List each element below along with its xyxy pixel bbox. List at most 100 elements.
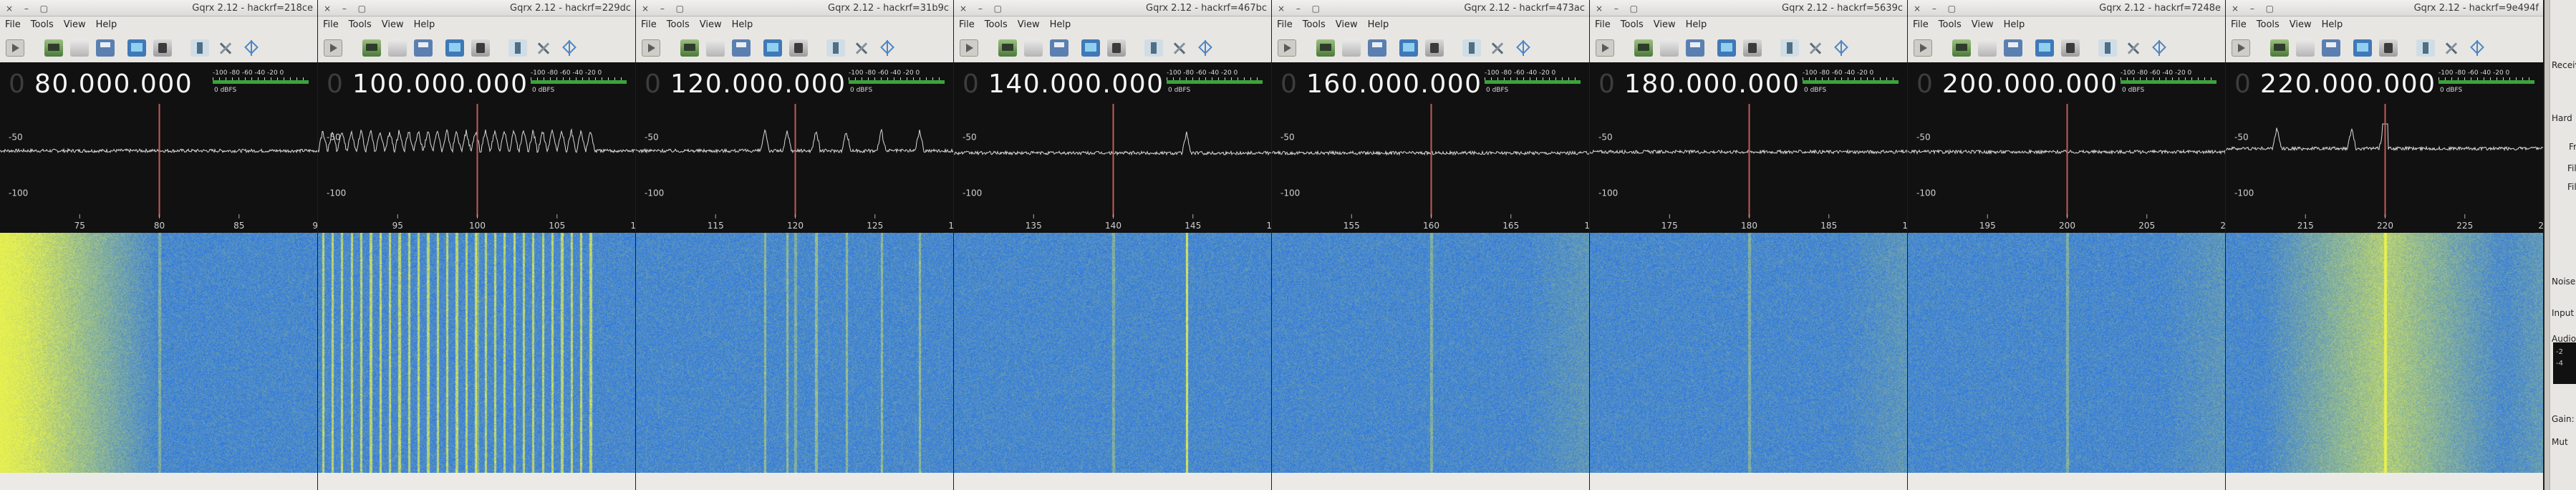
- record-iq-button[interactable]: [471, 39, 490, 57]
- record-iq-button[interactable]: [2379, 39, 2398, 57]
- menu-file[interactable]: File: [954, 17, 980, 32]
- record-iq-button[interactable]: [1743, 39, 1762, 57]
- title-bar[interactable]: × – ▢ Gqrx 2.12 - hackrf=467bc: [954, 0, 1271, 16]
- fullscreen-icon[interactable]: [560, 39, 579, 57]
- save-settings-button[interactable]: [1368, 39, 1386, 57]
- window-controls[interactable]: × – ▢: [1914, 4, 1960, 14]
- menu-help[interactable]: Help: [1363, 17, 1394, 32]
- record-iq-button[interactable]: [153, 39, 172, 57]
- save-settings-button[interactable]: [1050, 39, 1068, 57]
- configure-button[interactable]: [2098, 39, 2117, 57]
- tools-icon[interactable]: [2124, 39, 2143, 57]
- start-dsp-button[interactable]: [1914, 39, 1932, 57]
- fullscreen-icon[interactable]: [242, 39, 261, 57]
- menu-view[interactable]: View: [1013, 17, 1045, 32]
- start-dsp-button[interactable]: [6, 39, 24, 57]
- io-devices-button[interactable]: [998, 39, 1017, 57]
- frequency-display[interactable]: 120.000.000: [670, 69, 846, 99]
- tools-icon[interactable]: [216, 39, 235, 57]
- menu-tools[interactable]: Tools: [1616, 17, 1649, 32]
- load-settings-button[interactable]: [1024, 39, 1043, 57]
- start-dsp-button[interactable]: [960, 39, 978, 57]
- menu-help[interactable]: Help: [2317, 17, 2348, 32]
- tools-icon[interactable]: [2442, 39, 2461, 57]
- configure-button[interactable]: [826, 39, 845, 57]
- save-settings-button[interactable]: [1686, 39, 1704, 57]
- fullscreen-icon[interactable]: [1196, 39, 1215, 57]
- start-dsp-button[interactable]: [642, 39, 660, 57]
- io-devices-button[interactable]: [1952, 39, 1971, 57]
- configure-button[interactable]: [1780, 39, 1799, 57]
- frequency-display[interactable]: 140.000.000: [988, 69, 1164, 99]
- menu-help[interactable]: Help: [91, 17, 122, 32]
- menu-file[interactable]: File: [2226, 17, 2252, 32]
- fullscreen-icon[interactable]: [1832, 39, 1851, 57]
- start-dsp-button[interactable]: [2232, 39, 2250, 57]
- menu-file[interactable]: File: [1908, 17, 1934, 32]
- screenshot-button[interactable]: [1717, 39, 1736, 57]
- spectrum-plot[interactable]: -50 -100 195 200 205 2: [1908, 104, 2225, 233]
- record-iq-button[interactable]: [1107, 39, 1126, 57]
- screenshot-button[interactable]: [2353, 39, 2372, 57]
- tools-icon[interactable]: [1170, 39, 1189, 57]
- tools-icon[interactable]: [1488, 39, 1507, 57]
- start-dsp-button[interactable]: [1596, 39, 1614, 57]
- io-devices-button[interactable]: [680, 39, 699, 57]
- menu-view[interactable]: View: [59, 17, 91, 32]
- mute-button[interactable]: Mut: [2552, 437, 2568, 447]
- spectrum-plot[interactable]: -50 -100 115 120 125 1: [636, 104, 953, 233]
- fullscreen-icon[interactable]: [1514, 39, 1533, 57]
- menu-view[interactable]: View: [695, 17, 727, 32]
- configure-button[interactable]: [2416, 39, 2435, 57]
- title-bar[interactable]: × – ▢ Gqrx 2.12 - hackrf=31b9c: [636, 0, 953, 16]
- menu-view[interactable]: View: [1967, 17, 1999, 32]
- waterfall-display[interactable]: [1908, 233, 2225, 473]
- load-settings-button[interactable]: [1978, 39, 1997, 57]
- menu-tools[interactable]: Tools: [344, 17, 377, 32]
- menu-view[interactable]: View: [1649, 17, 1681, 32]
- menu-view[interactable]: View: [377, 17, 409, 32]
- tools-icon[interactable]: [852, 39, 871, 57]
- window-controls[interactable]: × – ▢: [324, 4, 370, 14]
- record-iq-button[interactable]: [2061, 39, 2080, 57]
- menu-file[interactable]: File: [0, 17, 26, 32]
- menu-help[interactable]: Help: [1999, 17, 2030, 32]
- waterfall-display[interactable]: [954, 233, 1271, 473]
- window-controls[interactable]: × – ▢: [642, 4, 688, 14]
- fullscreen-icon[interactable]: [2150, 39, 2169, 57]
- title-bar[interactable]: × – ▢ Gqrx 2.12 - hackrf=473ac: [1272, 0, 1589, 16]
- menu-tools[interactable]: Tools: [1298, 17, 1331, 32]
- start-dsp-button[interactable]: [324, 39, 342, 57]
- fullscreen-icon[interactable]: [878, 39, 897, 57]
- spectrum-plot[interactable]: -50 -100 95 100 105 1: [318, 104, 635, 233]
- load-settings-button[interactable]: [2296, 39, 2315, 57]
- save-settings-button[interactable]: [732, 39, 751, 57]
- title-bar[interactable]: × – ▢ Gqrx 2.12 - hackrf=229dc: [318, 0, 635, 16]
- frequency-display[interactable]: 80.000.000: [34, 69, 193, 99]
- waterfall-display[interactable]: [1272, 233, 1589, 473]
- load-settings-button[interactable]: [1660, 39, 1679, 57]
- menu-file[interactable]: File: [1272, 17, 1298, 32]
- menu-help[interactable]: Help: [1045, 17, 1076, 32]
- save-settings-button[interactable]: [414, 39, 433, 57]
- title-bar[interactable]: × – ▢ Gqrx 2.12 - hackrf=218ce: [0, 0, 317, 16]
- waterfall-display[interactable]: [0, 233, 317, 473]
- io-devices-button[interactable]: [44, 39, 63, 57]
- waterfall-display[interactable]: [636, 233, 953, 473]
- waterfall-display[interactable]: [318, 233, 635, 473]
- configure-button[interactable]: [1144, 39, 1163, 57]
- title-bar[interactable]: × – ▢ Gqrx 2.12 - hackrf=7248e: [1908, 0, 2225, 16]
- menu-tools[interactable]: Tools: [2252, 17, 2285, 32]
- screenshot-button[interactable]: [2035, 39, 2054, 57]
- window-controls[interactable]: × – ▢: [1596, 4, 1642, 14]
- configure-button[interactable]: [190, 39, 209, 57]
- menu-help[interactable]: Help: [409, 17, 440, 32]
- load-settings-button[interactable]: [388, 39, 407, 57]
- save-settings-button[interactable]: [2322, 39, 2340, 57]
- save-settings-button[interactable]: [2004, 39, 2022, 57]
- window-controls[interactable]: × – ▢: [960, 4, 1006, 14]
- spectrum-plot[interactable]: -50 -100 215 220 225 2: [2226, 104, 2543, 233]
- configure-button[interactable]: [1462, 39, 1481, 57]
- io-devices-button[interactable]: [2270, 39, 2289, 57]
- spectrum-plot[interactable]: -50 -100 155 160 165 1: [1272, 104, 1589, 233]
